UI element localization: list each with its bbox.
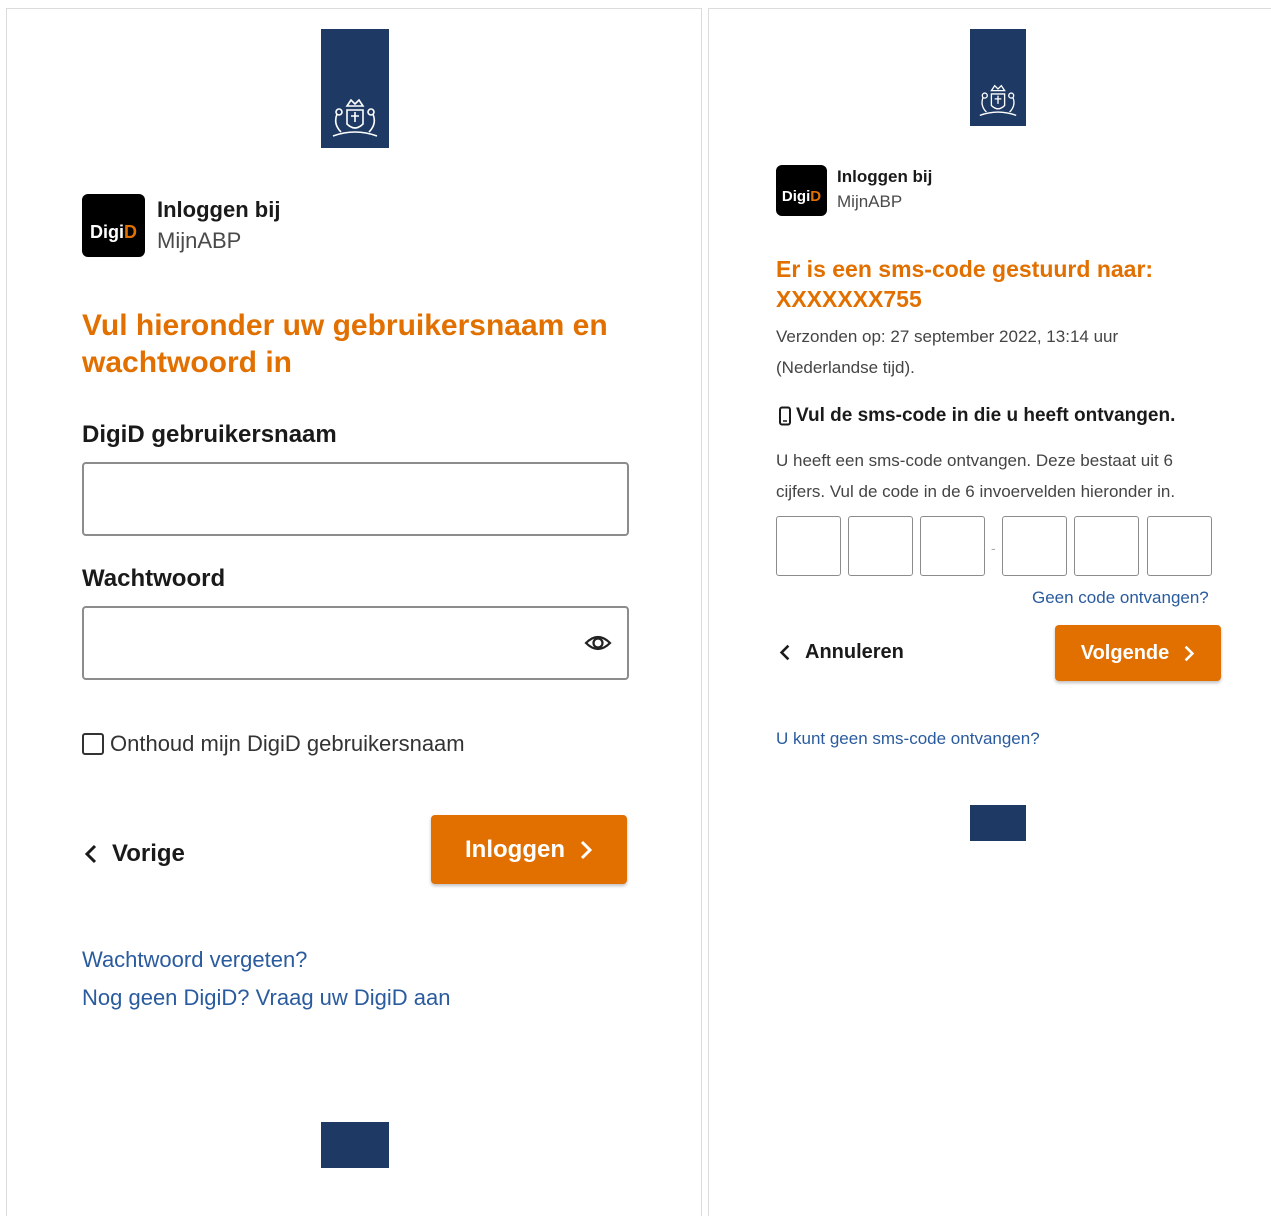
page-title: Vul hieronder uw gebruikersnaam en wacht… bbox=[82, 307, 608, 381]
footer-logo-lint-small bbox=[970, 805, 1026, 841]
remember-username-label[interactable]: Onthoud mijn DigiD gebruikersnaam bbox=[110, 731, 465, 757]
rijksoverheid-logo-small bbox=[970, 29, 1026, 126]
sms-code-digit-6[interactable] bbox=[1147, 516, 1212, 576]
remember-username-row[interactable]: Onthoud mijn DigiD gebruikersnaam bbox=[82, 731, 465, 757]
password-input[interactable] bbox=[82, 606, 629, 680]
sent-info: Verzonden op: 27 september 2022, 13:14 u… bbox=[776, 321, 1118, 383]
sms-code-digit-3[interactable] bbox=[920, 516, 985, 576]
request-digid-link[interactable]: Nog geen DigiD? Vraag uw DigiD aan bbox=[82, 985, 451, 1011]
remember-username-checkbox[interactable] bbox=[82, 733, 104, 755]
eye-icon bbox=[584, 635, 612, 651]
login-button[interactable]: Inloggen bbox=[431, 815, 627, 884]
sent-info-line2: (Nederlandse tijd). bbox=[776, 358, 915, 377]
login-button-label: Inloggen bbox=[465, 835, 565, 863]
sms-code-digit-1[interactable] bbox=[776, 516, 841, 576]
sms-help-text: U heeft een sms-code ontvangen. Deze bes… bbox=[776, 445, 1175, 507]
sms-instruction-text: Vul de sms-code in die u heeft ontvangen… bbox=[796, 405, 1176, 426]
cancel-label: Annuleren bbox=[805, 641, 904, 663]
chevron-left-icon bbox=[84, 844, 97, 864]
footer-logo-lint bbox=[321, 1122, 389, 1168]
mobile-phone-icon bbox=[779, 406, 791, 426]
username-label: DigiD gebruikersnaam bbox=[82, 421, 337, 448]
sms-title-line1: Er is een sms-code gestuurd naar: bbox=[776, 256, 1154, 282]
password-label: Wachtwoord bbox=[82, 565, 226, 592]
app-name: MijnABP bbox=[157, 228, 242, 253]
cancel-button[interactable]: Annuleren bbox=[779, 641, 904, 664]
digid-logo: Digi D bbox=[82, 194, 145, 257]
digid-logo-small: Digi D bbox=[776, 165, 827, 216]
forgot-password-link[interactable]: Wachtwoord vergeten? bbox=[82, 947, 307, 973]
sent-info-line1: Verzonden op: 27 september 2022, 13:14 u… bbox=[776, 327, 1119, 346]
chevron-right-icon bbox=[1184, 645, 1195, 661]
page-title-line2: wachtwoord in bbox=[82, 346, 292, 379]
login-to-label: Inloggen bij bbox=[157, 197, 281, 222]
sms-code-digit-2[interactable] bbox=[848, 516, 913, 576]
back-button[interactable]: Vorige bbox=[84, 840, 185, 868]
next-button[interactable]: Volgende bbox=[1055, 625, 1221, 681]
chevron-right-icon bbox=[580, 840, 593, 859]
back-label: Vorige bbox=[112, 840, 185, 867]
username-input[interactable] bbox=[82, 462, 629, 536]
sms-code-digit-4[interactable] bbox=[1002, 516, 1067, 576]
chevron-left-icon bbox=[779, 644, 790, 661]
no-code-received-link[interactable]: Geen code ontvangen? bbox=[1032, 588, 1209, 608]
show-password-button[interactable] bbox=[582, 629, 614, 657]
sms-help-line2: cijfers. Vul de code in de 6 invoervelde… bbox=[776, 482, 1176, 501]
rijksoverheid-emblem-icon bbox=[979, 84, 1017, 117]
app-name: MijnABP bbox=[837, 192, 903, 211]
masked-phone-number: XXXXXXX755 bbox=[776, 286, 922, 312]
page-title-line1: Vul hieronder uw gebruikersnaam en bbox=[82, 309, 608, 342]
login-to-label: Inloggen bij bbox=[837, 167, 933, 186]
sms-instruction: Vul de sms-code in die u heeft ontvangen… bbox=[778, 405, 1175, 427]
sms-help-line1: U heeft een sms-code ontvangen. Deze bes… bbox=[776, 451, 1173, 470]
rijksoverheid-logo bbox=[321, 29, 389, 148]
rijksoverheid-emblem-icon bbox=[332, 98, 378, 137]
next-button-label: Volgende bbox=[1080, 641, 1170, 664]
sms-code-separator: - bbox=[991, 540, 996, 556]
sms-code-digit-5[interactable] bbox=[1074, 516, 1139, 576]
sms-title: Er is een sms-code gestuurd naar: XXXXXX… bbox=[776, 254, 1153, 314]
cannot-receive-sms-link[interactable]: U kunt geen sms-code ontvangen? bbox=[776, 729, 1040, 749]
